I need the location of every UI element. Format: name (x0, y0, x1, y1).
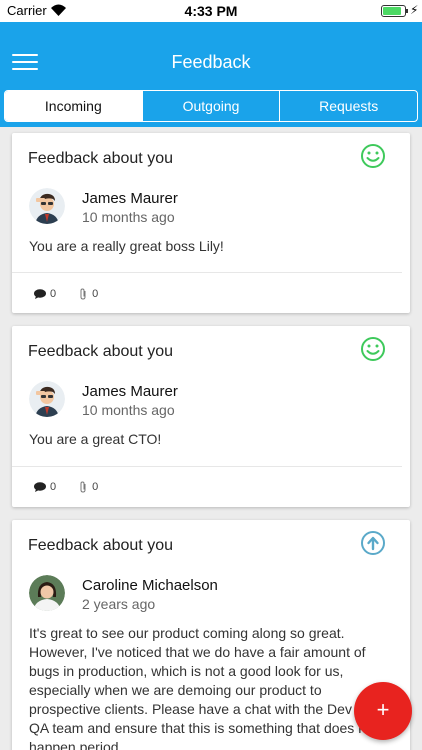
timestamp: 10 months ago (82, 209, 175, 225)
page-title: Feedback (171, 52, 251, 72)
tab-requests[interactable]: Requests (280, 91, 417, 121)
avatar (29, 381, 65, 417)
tab-incoming[interactable]: Incoming (5, 91, 143, 121)
status-bar: Carrier 4:33 PM ⚡ (0, 0, 422, 22)
status-time: 4:33 PM (184, 3, 238, 19)
attachment-count: 0 (92, 288, 99, 300)
feedback-text: You are a really great boss Lily! (29, 238, 224, 254)
paperclip-icon[interactable] (78, 288, 88, 300)
smiley-icon (361, 144, 385, 168)
feedback-card-title: Feedback about you (28, 343, 173, 360)
feedback-card[interactable]: Feedback about you Caroline Michaelson 2… (12, 520, 410, 750)
feedback-text: It's great to see our product coming alo… (29, 625, 380, 750)
feedback-text: You are a great CTO! (29, 431, 162, 447)
battery-icon (381, 5, 406, 17)
paperclip-icon[interactable] (78, 481, 88, 493)
feedback-card[interactable]: Feedback about you James Maurer 10 month… (12, 133, 410, 313)
card-meta: 0 0 (34, 288, 98, 300)
feedback-card-title: Feedback about you (28, 150, 173, 167)
author-name: James Maurer (82, 190, 178, 207)
avatar (29, 188, 65, 224)
comment-count: 0 (50, 481, 57, 493)
comment-icon[interactable] (34, 289, 46, 299)
avatar (29, 575, 65, 611)
smiley-icon (361, 337, 385, 361)
divider (12, 272, 402, 273)
charging-icon: ⚡ (410, 3, 419, 17)
add-feedback-button[interactable]: + (354, 682, 412, 740)
timestamp: 10 months ago (82, 402, 175, 418)
comment-count: 0 (50, 288, 57, 300)
author-name: James Maurer (82, 383, 178, 400)
attachment-count: 0 (92, 481, 99, 493)
divider (12, 466, 402, 467)
feedback-tabs: Incoming Outgoing Requests (4, 90, 418, 122)
comment-icon[interactable] (34, 482, 46, 492)
tab-outgoing[interactable]: Outgoing (143, 91, 281, 121)
timestamp: 2 years ago (82, 596, 156, 612)
card-meta: 0 0 (34, 481, 98, 493)
author-name: Caroline Michaelson (82, 577, 218, 594)
arrow-up-circle-icon (361, 531, 385, 555)
feedback-card[interactable]: Feedback about you James Maurer 10 month… (12, 326, 410, 507)
feedback-card-title: Feedback about you (28, 537, 173, 554)
